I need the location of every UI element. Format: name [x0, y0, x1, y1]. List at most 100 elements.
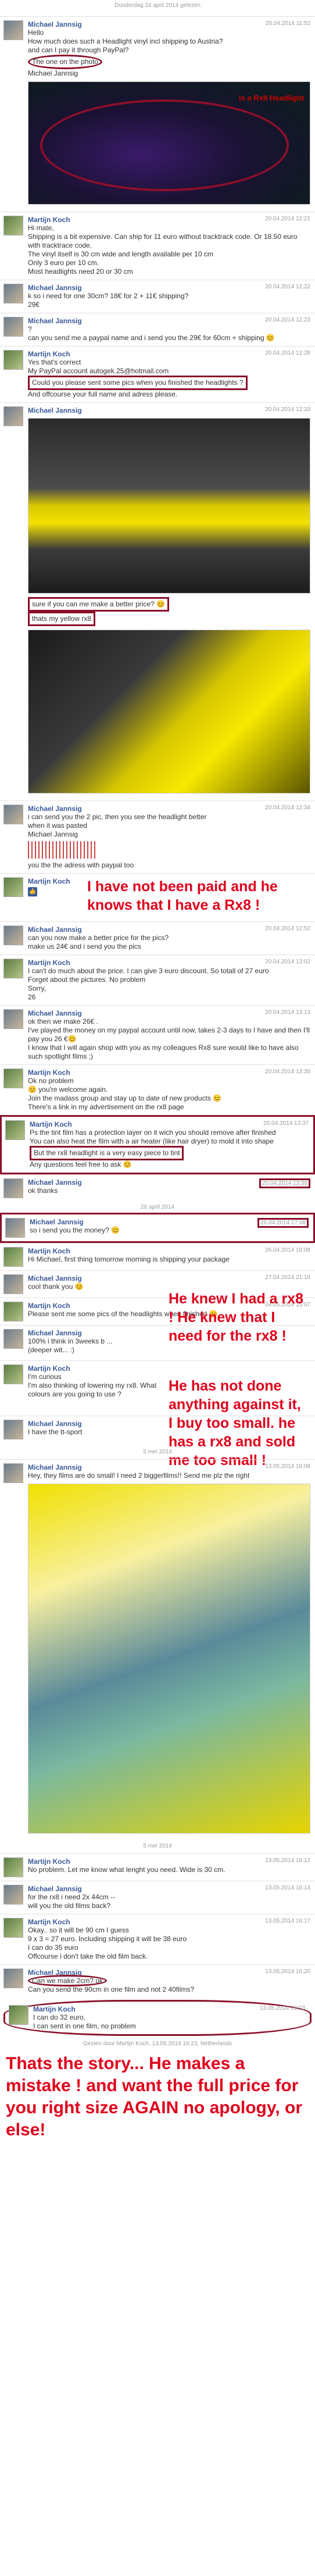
avatar[interactable] — [3, 284, 23, 303]
seen-status: Gezien door Martijn Koch, 13.05.2014 16:… — [83, 2041, 232, 2047]
timestamp: 20.04.2014 12:21 — [265, 216, 310, 222]
timestamp: 13.05.2014 16:17 — [265, 1918, 310, 1924]
message-line: Ok no problem — [28, 1077, 74, 1085]
avatar[interactable] — [3, 1968, 23, 1988]
highlighted-line: thats my yellow rx8 — [28, 612, 96, 626]
avatar[interactable] — [3, 317, 23, 337]
highlighted-line: The one on the photo — [28, 55, 103, 69]
message-line: (deeper wit... :) — [28, 1346, 75, 1354]
timestamp: 26.04.2014 17:08 — [257, 1218, 309, 1228]
timestamp: 13.05.2014 16:12 — [265, 1857, 310, 1864]
yellow-car-photo[interactable] — [28, 630, 310, 794]
timestamp: 20.04.2014 13:37 — [263, 1120, 309, 1127]
avatar[interactable] — [3, 805, 23, 824]
avatar[interactable] — [3, 1069, 23, 1088]
avatar[interactable] — [3, 1420, 23, 1439]
headlight-photo[interactable]: is a Rx8 Headlight — [28, 81, 310, 205]
timestamp: 20.04.2014 13:35 — [265, 1069, 310, 1075]
avatar[interactable] — [3, 1857, 23, 1877]
timestamp: 13.05.2014 16:08 — [265, 1463, 310, 1470]
avatar[interactable] — [3, 1329, 23, 1349]
message: Michael Jannsig k so i need for one 30cm… — [0, 280, 315, 313]
highlighted-line: Could you please sent some pics when you… — [28, 376, 248, 390]
annotated-region: Martijn Koch Hi Michael, first thing tom… — [0, 1243, 315, 1469]
timestamp: 13.05.2014 16:23 — [260, 2005, 305, 2012]
photo-label: is a Rx8 Headlight — [239, 94, 304, 102]
message-line: 29€ — [28, 301, 40, 309]
annotation-text: He has not done anything against it, I b… — [169, 1378, 301, 1469]
avatar[interactable] — [9, 2005, 28, 2025]
message: Michael Jannsig ok then we make 26€ . I'… — [0, 1005, 315, 1064]
message-line: Any questions feel free to ask 😊 — [30, 1160, 132, 1169]
like-icon: 👍 — [28, 887, 37, 896]
avatar[interactable] — [3, 406, 23, 426]
header-date: Donderdag 24 april 2014 gelezen — [114, 2, 201, 9]
avatar[interactable] — [3, 1302, 23, 1321]
message-line: I can sent in one film, no problem — [33, 2022, 136, 2030]
timestamp: 20.04.2014 13:13 — [265, 1009, 310, 1016]
timestamp: 20.04.2014 12:33 — [265, 406, 310, 413]
message: Michael Jannsig i can send you the 2 pic… — [0, 801, 315, 873]
avatar[interactable] — [3, 959, 23, 978]
avatar[interactable] — [3, 1247, 23, 1267]
message-line: Sorry, — [28, 984, 46, 992]
author-name[interactable]: Martijn Koch — [28, 1364, 310, 1373]
message-line: you the the adress with paypal too — [28, 861, 134, 869]
yellow-car-photo[interactable] — [28, 418, 310, 594]
avatar[interactable] — [3, 1364, 23, 1384]
message-line: can you send me a paypal name and i send… — [28, 334, 275, 342]
message-highlighted: Martijn Koch Ps the tint film has a prot… — [0, 1115, 315, 1174]
message-line: k so i need for one 30cm? 18€ for 2 + 11… — [28, 292, 189, 300]
avatar[interactable] — [3, 877, 23, 897]
avatar[interactable] — [3, 1178, 23, 1198]
message-line: The vinyl itself is 30 cm wide and lengt… — [28, 250, 213, 258]
message-line: Michael Jannsig — [28, 830, 78, 838]
message-line: for the rx8 i need 2x 44cm -- — [28, 1893, 116, 1901]
message-line: i can send you the 2 pic, then you see t… — [28, 813, 207, 821]
avatar[interactable] — [3, 20, 23, 40]
message: Michael Jannsig ? can you send me a payp… — [0, 313, 315, 346]
message-line: Hi Michael, first thing tomorrow morning… — [28, 1255, 230, 1263]
message-line: 9 x 3 = 27 euro. Including shipping it w… — [28, 1935, 187, 1943]
message: Michael Jannsig Hey, they films are do s… — [0, 1459, 315, 1841]
message-line: I can do 35 euro — [28, 1943, 78, 1952]
highlight-oval — [40, 99, 289, 191]
avatar[interactable] — [3, 1918, 23, 1938]
timestamp: 20.04.2014 11:52 — [265, 20, 310, 27]
message: Martijn Koch 👍 I have not been paid and … — [0, 873, 315, 921]
timestamp: 20.04.2014 12:34 — [265, 805, 310, 811]
message-line: I've played the money on my paypal accou… — [28, 1026, 310, 1043]
message: Martijn Koch I can't do much about the p… — [0, 955, 315, 1005]
annotation-text: I have not been paid and he knows that I… — [87, 878, 278, 913]
message-line: Hey, they films are do small! I need 2 b… — [28, 1471, 250, 1480]
message-line: Ps the tint film has a protection layer … — [30, 1128, 276, 1137]
message: Martijn Koch No problem. Let me know wha… — [0, 1853, 315, 1881]
avatar[interactable] — [3, 1885, 23, 1905]
tint-film-photo[interactable] — [28, 1484, 310, 1834]
avatar[interactable] — [5, 1218, 25, 1238]
message: Michael Jannsig sure if you can me make … — [0, 402, 315, 801]
message-line: You can also heat the film with a air he… — [30, 1137, 274, 1145]
avatar[interactable] — [3, 1274, 23, 1294]
message-line: will you the old films back? — [28, 1902, 111, 1910]
highlighted-line: But the rx8 headlight is a very easy pie… — [30, 1146, 184, 1160]
avatar[interactable] — [3, 1009, 23, 1029]
avatar[interactable] — [3, 1463, 23, 1483]
message-line: when it was pasted — [28, 821, 88, 830]
date-separator: 5 mei 2014 — [143, 1843, 172, 1849]
message-line: How much does such a Headlight vinyl inc… — [28, 37, 223, 45]
message: Martijn Koch Hi mate, Shipping is a bit … — [0, 212, 315, 280]
message: Michael Jannsig for the rx8 i need 2x 44… — [0, 1881, 315, 1914]
message-line: Can we make 2cm? ok — [28, 1975, 108, 1987]
avatar[interactable] — [3, 926, 23, 945]
timestamp: 20.04.2014 12:52 — [265, 926, 310, 932]
avatar[interactable] — [3, 216, 23, 235]
avatar[interactable] — [3, 350, 23, 370]
message-line: Can you send the 90cm in one film and no… — [28, 1985, 195, 1993]
message: Martijn Koch Yes that's correct My PayPa… — [0, 346, 315, 402]
message-line: I'm also thinking of lowering my rx8. Wh… — [28, 1381, 157, 1398]
highlighted-line: sure if you can me make a better price? … — [28, 597, 170, 612]
message-line: and can I pay it through PayPal? — [28, 46, 129, 54]
avatar[interactable] — [5, 1120, 25, 1140]
timestamp: 13.05.2014 16:20 — [265, 1968, 310, 1975]
